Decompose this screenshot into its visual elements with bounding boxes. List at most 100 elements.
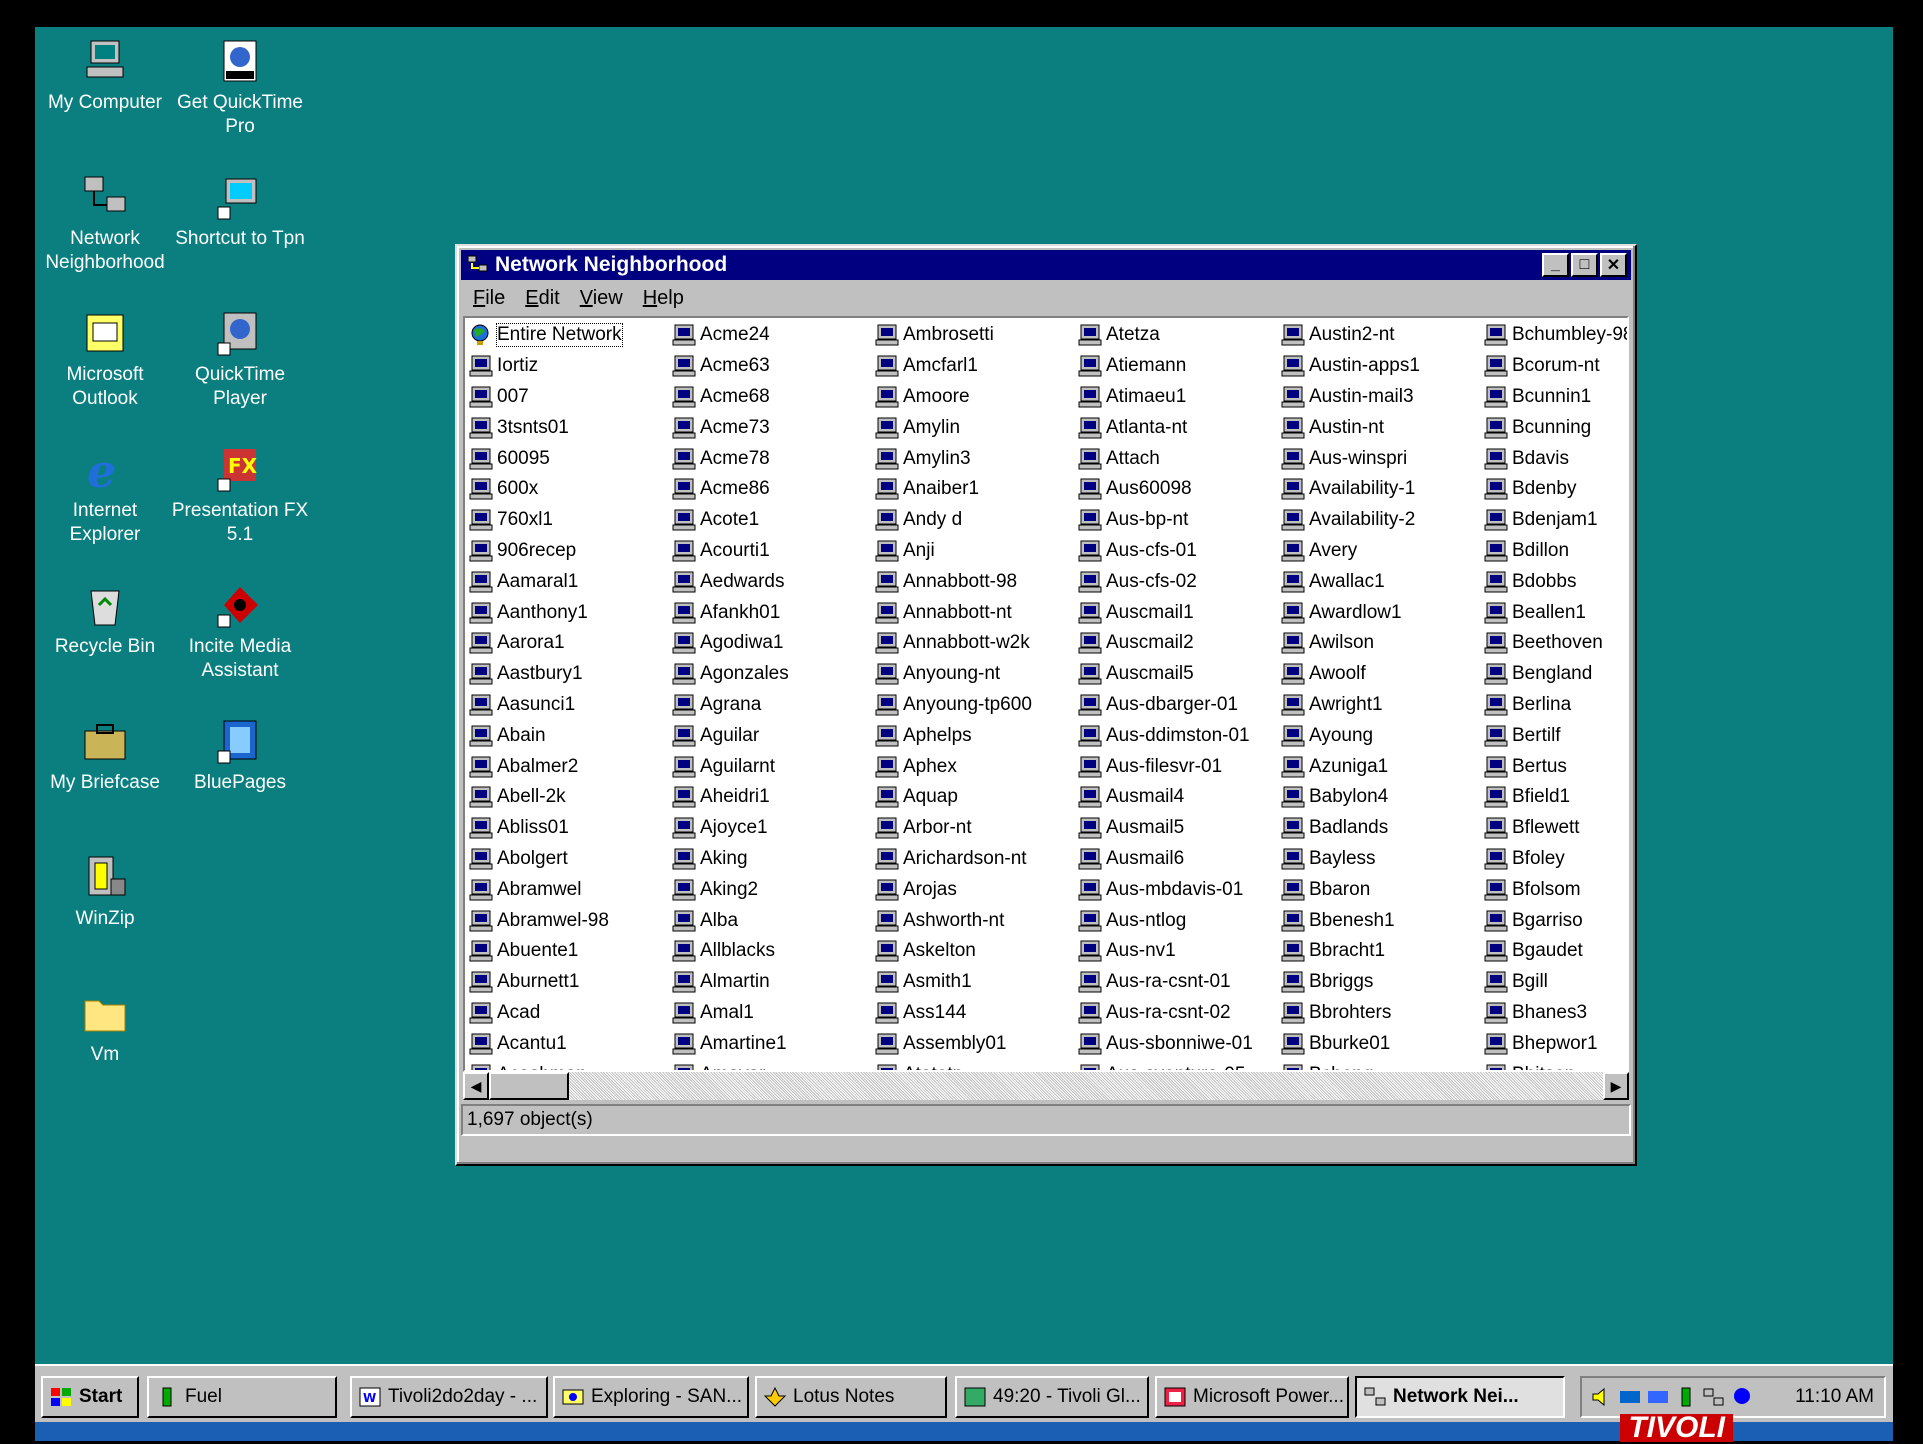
computer-item[interactable]: Aking	[672, 844, 875, 875]
computer-item[interactable]: Ajoyce1	[672, 813, 875, 844]
desktop-icon-network-neighborhood[interactable]: Network Neighborhood	[35, 173, 175, 275]
computer-list[interactable]: Entire Network Iortiz 007 3tsnts01 60095 600x…	[463, 316, 1629, 1072]
computer-item[interactable]: Aarora1	[469, 628, 672, 659]
speaker-icon[interactable]	[1590, 1386, 1614, 1408]
network-neighborhood-window[interactable]: Network Neighborhood _ □ ✕ File Edit Vie…	[455, 244, 1637, 1166]
computer-item[interactable]: Almartin	[672, 967, 875, 998]
computer-item[interactable]: Bayless	[1281, 844, 1484, 875]
computer-item[interactable]: Aus-mbdavis-01	[1078, 874, 1281, 905]
computer-item[interactable]: Asmith1	[875, 967, 1078, 998]
computer-item[interactable]: Acantu1	[469, 1028, 672, 1059]
computer-item[interactable]: Assembly01	[875, 1028, 1078, 1059]
computer-item[interactable]: Bbriggs	[1281, 967, 1484, 998]
computer-item[interactable]: Agodiwa1	[672, 628, 875, 659]
computer-item[interactable]: Anji	[875, 536, 1078, 567]
computer-item[interactable]: Auscmail1	[1078, 597, 1281, 628]
computer-item[interactable]: Abuente1	[469, 936, 672, 967]
desktop-icon-microsoft-outlook[interactable]: Microsoft Outlook	[35, 309, 175, 411]
taskbar-button-fuel[interactable]: Fuel	[147, 1376, 337, 1418]
computer-item[interactable]: Arbor-nt	[875, 813, 1078, 844]
horizontal-scrollbar[interactable]: ◀ ▶	[463, 1072, 1629, 1100]
desktop-icon-vm[interactable]: Vm	[35, 989, 175, 1067]
computer-item[interactable]: Aphelps	[875, 720, 1078, 751]
computer-item[interactable]: Agrana	[672, 690, 875, 721]
computer-item[interactable]: Acad	[469, 998, 672, 1029]
desktop-icon-get-quicktime-pro[interactable]: Get QuickTime Pro	[170, 37, 310, 139]
computer-item[interactable]: Ass144	[875, 998, 1078, 1029]
computer-item[interactable]: Aus-ntlog	[1078, 905, 1281, 936]
computer-item[interactable]: Aus-nv1	[1078, 936, 1281, 967]
computer-item[interactable]: Ausmail6	[1078, 844, 1281, 875]
taskbar-button-microsoft-power[interactable]: Microsoft Power...	[1155, 1376, 1349, 1418]
computer-item[interactable]: Atimaeu1	[1078, 382, 1281, 413]
computer-item[interactable]: Austin-apps1	[1281, 351, 1484, 382]
computer-item[interactable]: Bdillon	[1484, 536, 1627, 567]
network-tray-icon[interactable]	[1702, 1386, 1726, 1408]
computer-item[interactable]: Awardlow1	[1281, 597, 1484, 628]
computer-item[interactable]: Aking2	[672, 874, 875, 905]
computer-item[interactable]: Askelton	[875, 936, 1078, 967]
computer-item[interactable]: Andy d	[875, 505, 1078, 536]
desktop-icon-my-briefcase[interactable]: My Briefcase	[35, 717, 175, 795]
computer-item[interactable]: Abramwel-98	[469, 905, 672, 936]
desktop-icon-winzip[interactable]: WinZip	[35, 853, 175, 931]
computer-item[interactable]: Aus-ra-csnt-01	[1078, 967, 1281, 998]
computer-item[interactable]: Auscmail5	[1078, 659, 1281, 690]
computer-item[interactable]: Bchumbley-98	[1484, 320, 1627, 351]
computer-item[interactable]: Aus60098	[1078, 474, 1281, 505]
computer-item[interactable]: Aphex	[875, 751, 1078, 782]
scroll-thumb[interactable]	[489, 1072, 569, 1100]
computer-item[interactable]: Austin-mail3	[1281, 382, 1484, 413]
computer-item[interactable]: Aus-filesvr-01	[1078, 751, 1281, 782]
computer-item[interactable]: Aanthony1	[469, 597, 672, 628]
computer-item[interactable]: Bertilf	[1484, 720, 1627, 751]
computer-item[interactable]: Bcorum-nt	[1484, 351, 1627, 382]
computer-item[interactable]: Babylon4	[1281, 782, 1484, 813]
computer-item[interactable]: Arichardson-nt	[875, 844, 1078, 875]
entire-network-item[interactable]: Entire Network	[469, 320, 672, 351]
computer-item[interactable]: Bgarriso	[1484, 905, 1627, 936]
computer-item[interactable]: Atatetp	[875, 1059, 1078, 1070]
computer-item[interactable]: Bfolsom	[1484, 874, 1627, 905]
computer-item[interactable]: Acme78	[672, 443, 875, 474]
computer-item[interactable]: Acme86	[672, 474, 875, 505]
computer-item[interactable]: Iortiz	[469, 351, 672, 382]
computer-item[interactable]: Aedwards	[672, 566, 875, 597]
computer-item[interactable]: Acme63	[672, 351, 875, 382]
computer-item[interactable]: Abolgert	[469, 844, 672, 875]
computer-item[interactable]: Bfield1	[1484, 782, 1627, 813]
computer-item[interactable]: Aus-winspri	[1281, 443, 1484, 474]
computer-item[interactable]: Aus-sventura-05	[1078, 1059, 1281, 1070]
computer-item[interactable]: 760xl1	[469, 505, 672, 536]
computer-item[interactable]: Aus-ra-csnt-02	[1078, 998, 1281, 1029]
computer-item[interactable]: Amoore	[875, 382, 1078, 413]
computer-item[interactable]: Bhanes3	[1484, 998, 1627, 1029]
desktop-icon-quicktime-player[interactable]: QuickTime Player	[170, 309, 310, 411]
computer-item[interactable]: Amylin	[875, 412, 1078, 443]
menu-help[interactable]: Help	[633, 284, 694, 312]
computer-item[interactable]: Aus-cfs-02	[1078, 566, 1281, 597]
computer-item[interactable]: 3tsnts01	[469, 412, 672, 443]
computer-item[interactable]: 600x	[469, 474, 672, 505]
computer-item[interactable]: Afankh01	[672, 597, 875, 628]
computer-item[interactable]: Bbracht1	[1281, 936, 1484, 967]
computer-item[interactable]: Bbrohters	[1281, 998, 1484, 1029]
computer-item[interactable]: Azuniga1	[1281, 751, 1484, 782]
computer-item[interactable]: Ashworth-nt	[875, 905, 1078, 936]
computer-item[interactable]: Anyoung-nt	[875, 659, 1078, 690]
desktop-icon-incite-media-assistant[interactable]: Incite Media Assistant	[170, 581, 310, 683]
desktop-icon-bluepages[interactable]: BluePages	[170, 717, 310, 795]
computer-item[interactable]: 007	[469, 382, 672, 413]
computer-item[interactable]: Bgaudet	[1484, 936, 1627, 967]
desktop-icon-presentation-fx-5-1[interactable]: FX Presentation FX 5.1	[170, 445, 310, 547]
computer-item[interactable]: Beallen1	[1484, 597, 1627, 628]
scroll-track[interactable]	[489, 1072, 1603, 1100]
computer-item[interactable]: Amal1	[672, 998, 875, 1029]
computer-item[interactable]: 906recep	[469, 536, 672, 567]
computer-item[interactable]: Abell-2k	[469, 782, 672, 813]
computer-item[interactable]: Berlina	[1484, 690, 1627, 721]
taskbar-button-network-nei[interactable]: Network Nei...	[1355, 1376, 1565, 1418]
scroll-left-button[interactable]: ◀	[463, 1072, 489, 1100]
desktop-icon-recycle-bin[interactable]: Recycle Bin	[35, 581, 175, 659]
computer-item[interactable]: Bengland	[1484, 659, 1627, 690]
